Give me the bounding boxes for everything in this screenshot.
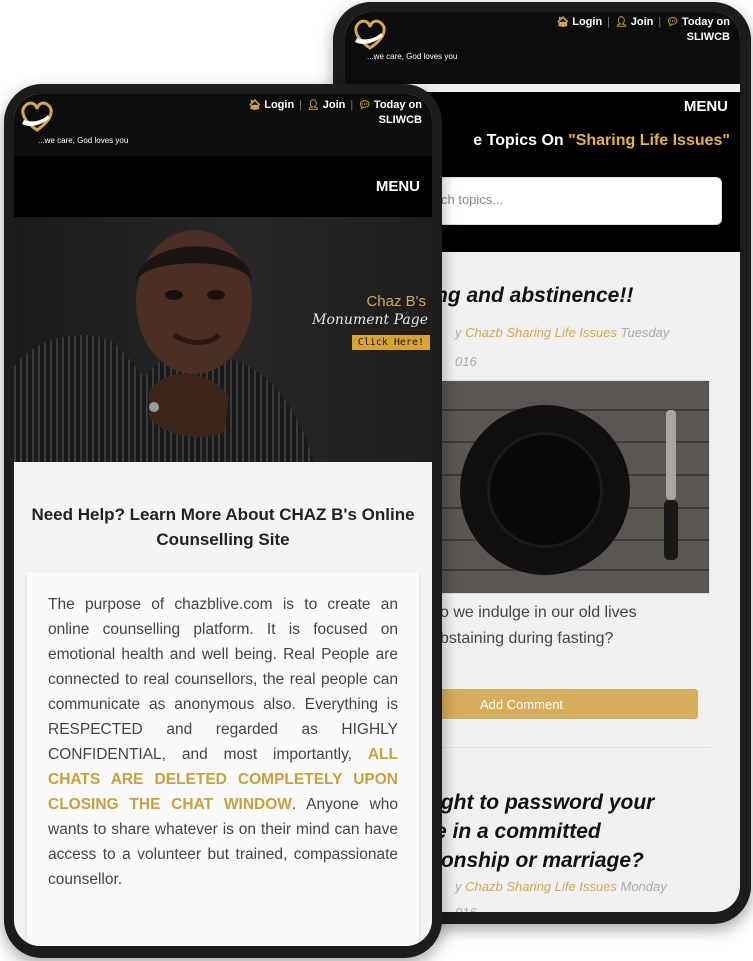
user-links: 🏠︎ Login | 👤︎ Join | 💬︎ Today on SLIWCB — [248, 99, 422, 126]
heart-hand-logo[interactable] — [18, 100, 56, 134]
hero-subtitle: Monument Page — [312, 312, 428, 328]
menu-button[interactable]: MENU — [684, 98, 728, 115]
today-link[interactable]: Today on — [682, 16, 730, 28]
post-title-line: e in a committed — [435, 820, 601, 843]
post-meta: y Chazb Sharing Life Issues Monday — [455, 879, 667, 894]
tagline: ...we care, God loves you — [367, 52, 458, 61]
post-meta: y Chazb Sharing Life Issues Tuesday — [455, 325, 669, 340]
login-link[interactable]: Login — [572, 16, 602, 28]
meta-prefix: y — [455, 879, 466, 894]
user-icon: 👤︎ — [615, 17, 628, 28]
heart-hand-logo[interactable] — [351, 18, 389, 52]
topics-highlight: "Sharing Life Issues" — [568, 132, 730, 149]
hero-title: Chaz B's — [366, 293, 426, 310]
topics-prefix: e Topics On — [473, 132, 569, 149]
info-text: The purpose of chazblive.com is to creat… — [48, 592, 398, 892]
post-meta-year: 016 — [455, 354, 477, 369]
post-meta-year: 016 — [455, 905, 477, 912]
join-link[interactable]: Join — [323, 99, 346, 111]
home-icon: 🏠︎ — [248, 100, 262, 111]
today-link-sub[interactable]: SLIWCB — [379, 114, 422, 126]
front-header: ...we care, God loves you 🏠︎ Login | 👤︎ Join… — [14, 94, 432, 156]
page-heading: Need Help? Learn More About CHAZ B's Onl… — [31, 505, 415, 549]
tagline: ...we care, God loves you — [38, 136, 129, 145]
author-link[interactable]: Chazb Sharing Life Issues — [465, 879, 617, 894]
home-icon: 🏠︎ — [556, 17, 570, 28]
menu-bar: MENU — [14, 156, 432, 218]
user-icon: 👤︎ — [307, 100, 320, 111]
post-title[interactable]: ng and abstinence!! — [435, 284, 633, 308]
meta-date: Tuesday — [616, 325, 670, 340]
front-phone-screen: ...we care, God loves you 🏠︎ Login | 👤︎ Join… — [14, 94, 432, 946]
today-link-sub[interactable]: SLIWCB — [687, 31, 730, 43]
excerpt-line: o we indulge in our old lives — [440, 604, 637, 621]
post-excerpt: o we indulge in our old lives bstaining … — [440, 600, 740, 652]
excerpt-line: bstaining during fasting? — [440, 630, 614, 647]
login-link[interactable]: Login — [264, 99, 294, 111]
menu-button[interactable]: MENU — [376, 178, 420, 195]
chat-icon: 💬︎ — [358, 100, 371, 111]
front-phone-frame: ...we care, God loves you 🏠︎ Login | 👤︎ Join… — [4, 84, 442, 958]
info-text-part: The purpose of chazblive.com is to creat… — [48, 596, 398, 763]
user-links: 🏠︎ Login | 👤︎ Join | 💬︎ Today on SLIWCB — [556, 16, 730, 43]
author-link[interactable]: Chazb Sharing Life Issues — [465, 325, 617, 340]
today-link[interactable]: Today on — [374, 99, 422, 111]
post-title-line: ight to password your — [435, 791, 655, 814]
meta-prefix: y — [455, 325, 466, 340]
meta-date: Monday — [616, 879, 667, 894]
hero-banner: Chaz B's Monument Page Click Here! — [14, 217, 432, 462]
hero-click-button[interactable]: Click Here! — [351, 335, 430, 350]
chat-icon: 💬︎ — [666, 17, 679, 28]
post-title-line: ionship or marriage? — [435, 849, 644, 872]
search-placeholder: ch topics... — [441, 192, 504, 207]
join-link[interactable]: Join — [631, 16, 654, 28]
back-header: ...we care, God loves you 🏠︎ Login | 👤︎ Join… — [345, 12, 740, 84]
info-card: The purpose of chazblive.com is to creat… — [27, 572, 419, 946]
post-title[interactable]: ight to password your e in a committed i… — [435, 788, 654, 875]
